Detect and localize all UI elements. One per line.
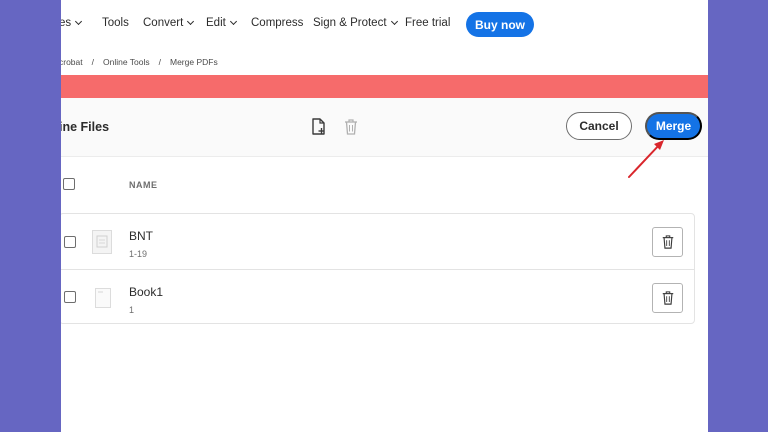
file-page-range: 1-19 [129,249,148,259]
table-header: NAME [61,165,708,205]
top-navigation: es Tools Convert Edit Compress Sign & Pr… [61,0,708,51]
trash-icon [662,291,673,305]
file-list: BNT 1-19 Book1 1 [61,213,695,324]
nav-item-free-trial[interactable]: Free trial [405,17,450,29]
nav-item-compress[interactable]: Compress [251,17,303,29]
chevron-down-icon [75,17,83,26]
merge-pdfs-page: es Tools Convert Edit Compress Sign & Pr… [61,0,708,432]
file-page-range: 1 [129,305,135,315]
nav-item-features[interactable]: es [61,17,83,29]
delete-file-button[interactable] [652,227,683,257]
breadcrumb-separator: / [158,57,161,67]
table-row[interactable]: BNT 1-19 [61,214,694,270]
table-row[interactable]: Book1 1 [61,270,694,325]
toolbar-title: ine Files [61,120,110,134]
file-thumbnail-icon [95,288,111,308]
column-header-name[interactable]: NAME [129,180,158,190]
merge-toolbar: ine Files Cancel Merge [61,98,708,157]
chevron-down-icon [390,17,398,26]
add-file-icon[interactable] [311,118,327,136]
nav-item-convert[interactable]: Convert [143,17,195,29]
row-checkbox[interactable] [64,291,76,303]
nav-item-tools[interactable]: Tools [102,17,129,29]
breadcrumb-item-online-tools[interactable]: Online Tools [103,57,150,67]
breadcrumb: crobat / Online Tools / Merge PDFs [61,50,708,74]
breadcrumb-separator: / [91,57,94,67]
file-name: BNT [129,229,153,243]
trash-icon[interactable] [343,118,359,136]
buy-now-button[interactable]: Buy now [466,12,534,37]
trash-icon [662,235,673,249]
select-all-checkbox[interactable] [63,178,75,190]
breadcrumb-item-acrobat[interactable]: crobat [61,57,83,67]
alert-banner [61,75,708,98]
file-name: Book1 [129,285,164,299]
nav-item-sign-protect[interactable]: Sign & Protect [313,17,398,29]
nav-item-edit[interactable]: Edit [206,17,237,29]
chevron-down-icon [229,17,237,26]
breadcrumb-item-merge-pdfs: Merge PDFs [170,57,218,67]
row-checkbox[interactable] [64,236,76,248]
file-thumbnail-icon [92,230,112,254]
delete-file-button[interactable] [652,283,683,313]
chevron-down-icon [187,17,195,26]
